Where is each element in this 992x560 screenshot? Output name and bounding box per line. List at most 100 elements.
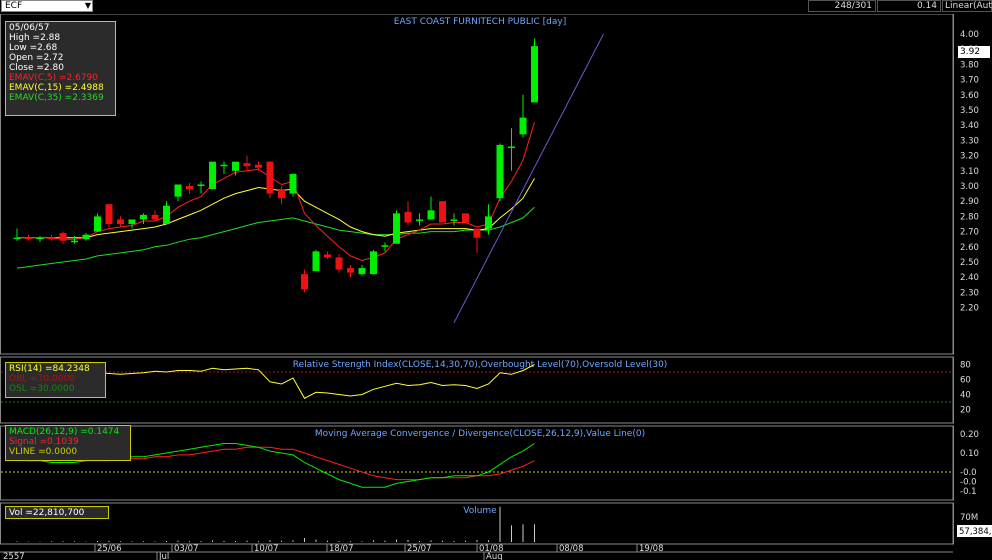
price-tick-label: 2.80 <box>960 212 979 222</box>
price-tick-label: 3.70 <box>960 76 979 86</box>
ohlc-legend: 05/06/57 High =2.88 Low =2.68 Open =2.72… <box>5 21 116 116</box>
price-tick-label: 2.30 <box>960 288 979 298</box>
price-tick-label: 3.60 <box>960 91 979 101</box>
panel-title: EAST COAST FURNITECH PUBLIC [day] <box>394 17 566 27</box>
price-tick-label: 2.50 <box>960 258 979 268</box>
macd-tick-label: -0.1 <box>960 487 977 497</box>
candle-body <box>335 257 343 270</box>
osl-value: OSL =30.0000 <box>9 384 75 394</box>
chevron-down-icon[interactable]: ▼ <box>85 1 91 11</box>
rsi-legend: RSI(14) =84.2348 OBL =70.0000 OSL =30.00… <box>5 362 106 398</box>
date-label: 03/07 <box>174 544 199 554</box>
macd-tick-label: -0.0 <box>960 478 977 488</box>
rsi-tick-label: 20 <box>960 406 971 416</box>
rsi-value: RSI(14) =84.2348 <box>9 364 90 374</box>
volume-legend: Vol =22,810,700 <box>5 506 109 519</box>
candle-body <box>508 146 515 148</box>
field-value: 0.14 <box>916 1 937 11</box>
candle-body <box>358 268 366 275</box>
price-tick-label: 2.40 <box>960 273 979 283</box>
price-tick-label: 3.40 <box>960 121 979 131</box>
last-price: 3.92 <box>960 47 981 57</box>
candle-body <box>82 234 90 240</box>
price-tick-label: 4.00 <box>960 30 979 40</box>
candle-body <box>324 254 331 258</box>
panel-title: Relative Strength Index(CLOSE,14,30,70),… <box>293 360 668 370</box>
month-label: Aug <box>486 552 503 560</box>
ohlc-low: Low =2.68 <box>9 43 58 53</box>
volume-tick-label: 70M <box>960 513 978 523</box>
ema5-label: EMAV(C,5) =2.6790 <box>9 73 98 83</box>
candle-body <box>59 233 67 241</box>
candle-body <box>105 204 113 224</box>
candle-body <box>151 214 159 220</box>
candle-body <box>255 164 262 168</box>
ema35-label: EMAV(C,35) =2.3369 <box>9 93 104 103</box>
bar-count: 248/301 <box>834 1 872 11</box>
volume-value: Vol =22,810,700 <box>9 508 85 518</box>
candle-body <box>197 184 205 186</box>
month-label: Jul <box>158 552 169 560</box>
signal-value: Signal =0.1039 <box>9 437 79 447</box>
ohlc-close: Close =2.80 <box>9 63 64 73</box>
price-tick-label: 3.50 <box>960 106 979 116</box>
symbol-value: ECF <box>5 1 23 11</box>
value-field: 0.14 <box>877 0 941 12</box>
candle-body <box>163 205 170 224</box>
volume-last-value: 57,384, <box>959 527 991 537</box>
candle-body <box>36 237 44 240</box>
candle-body <box>278 189 285 199</box>
panel-title: Volume <box>463 506 497 516</box>
candle-body <box>370 251 377 275</box>
date-label: 25/07 <box>407 544 432 554</box>
date-label: 19/08 <box>639 544 664 554</box>
date-label: 25/06 <box>97 544 122 554</box>
ohlc-date: 05/06/57 <box>9 23 50 33</box>
candle-body <box>117 219 124 224</box>
date-label: 18/07 <box>329 544 354 554</box>
candle-body <box>13 237 21 240</box>
ohlc-high: High =2.88 <box>9 33 61 43</box>
vline-value: VLINE =0.0000 <box>9 447 78 457</box>
rsi-tick-label: 40 <box>960 391 971 401</box>
candle-body <box>519 117 527 135</box>
candle-body <box>186 186 193 190</box>
candle-body <box>301 274 308 290</box>
candle-body <box>393 213 400 244</box>
scale-mode-field[interactable]: Linear(Auto) <box>942 0 992 12</box>
candle-body <box>266 161 274 194</box>
candle-body <box>347 268 354 273</box>
candle-body <box>496 144 504 199</box>
last-price-badge: 3.92 <box>958 46 990 58</box>
rsi-tick-label: 60 <box>960 376 971 386</box>
date-label: 08/08 <box>559 544 584 554</box>
toolbar: ECF ▼ 248/301 0.14 Linear(Auto) <box>0 0 992 14</box>
candle-body <box>232 161 239 171</box>
candle-body <box>25 237 32 240</box>
bar-count-field: 248/301 <box>808 0 876 12</box>
year-label: 2557 <box>3 552 25 560</box>
candle-body <box>209 161 216 190</box>
price-tick-label: 2.70 <box>960 228 979 238</box>
price-tick-label: 2.60 <box>960 243 979 253</box>
price-tick-label: 3.20 <box>960 152 979 162</box>
macd-tick-label: 0.20 <box>960 430 979 440</box>
scale-mode: Linear(Auto) <box>945 1 992 11</box>
candle-body <box>416 219 423 221</box>
price-tick-label: 2.90 <box>960 197 979 207</box>
candle-body <box>485 216 492 229</box>
panel-title: Moving Average Convergence / Divergence(… <box>315 429 645 439</box>
candle-body <box>94 216 101 232</box>
ema15-label: EMAV(C,15) =2.4988 <box>9 83 104 93</box>
symbol-input[interactable]: ECF ▼ <box>1 0 93 12</box>
macd-value: MACD(26,12,9) =0.1474 <box>9 427 120 437</box>
price-tick-label: 3.10 <box>960 167 979 177</box>
candle-body <box>312 251 320 272</box>
price-tick-label: 2.20 <box>960 304 979 314</box>
candle-body <box>404 211 412 223</box>
candle-body <box>128 219 136 224</box>
candle-body <box>439 201 446 223</box>
macd-tick-label: 0.10 <box>960 449 979 459</box>
chart-canvas[interactable]: EAST COAST FURNITECH PUBLIC [day] 4.00 3.9… <box>0 14 992 560</box>
candle-body <box>462 213 469 223</box>
